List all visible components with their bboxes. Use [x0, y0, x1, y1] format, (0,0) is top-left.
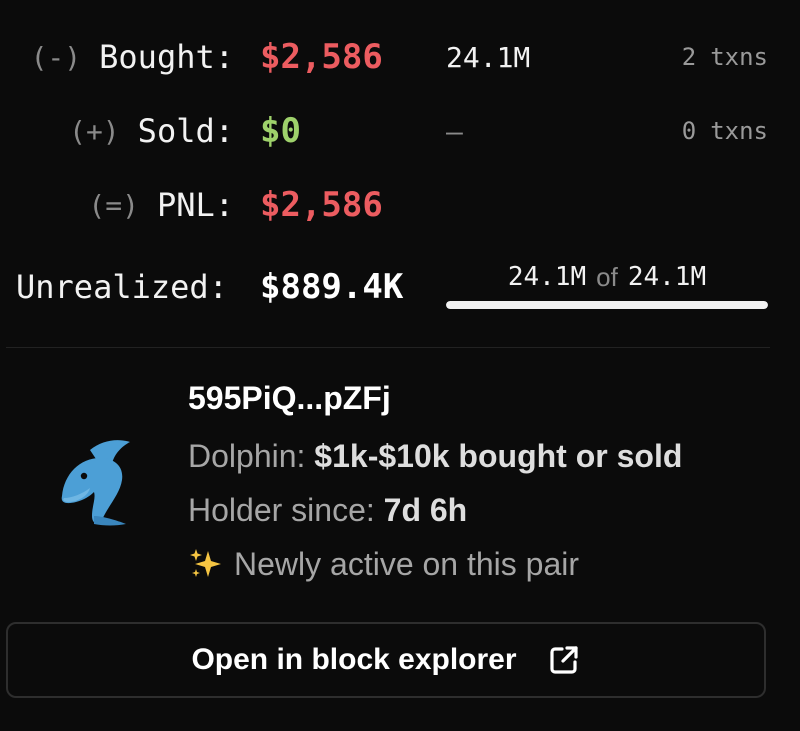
activity-text: Newly active on this pair: [234, 545, 580, 582]
holding-held: 24.1M: [507, 262, 587, 292]
holder-since-value: 7d 6h: [383, 491, 468, 528]
sold-txns-unit: txns: [710, 117, 768, 145]
dolphin-icon: [50, 436, 134, 528]
sold-tokens: —: [446, 114, 463, 148]
wallet-tier-prefix: Dolphin:: [188, 437, 306, 474]
holding-total: 24.1M: [627, 262, 707, 292]
unrealized-label: Unrealized:: [16, 268, 228, 306]
holding-progress-bar: [446, 301, 768, 309]
holder-since-prefix: Holder since:: [188, 491, 375, 528]
section-divider: [6, 347, 770, 348]
open-block-explorer-button[interactable]: Open in block explorer: [6, 622, 766, 698]
holding-of: of: [596, 261, 618, 292]
pnl-label: PNL:: [156, 186, 234, 224]
bought-sign: (-): [30, 40, 82, 74]
sold-txns: 0 txns: [682, 106, 768, 156]
pnl-row: (=) PNL: $2,586: [0, 180, 800, 230]
bought-txns: 2 txns: [682, 32, 768, 82]
bought-tokens: 24.1M: [446, 40, 531, 74]
sold-label: Sold:: [137, 112, 234, 150]
bought-amount: $2,586: [260, 37, 383, 77]
external-link-icon: [547, 643, 581, 677]
holding-progress-fill: [446, 301, 768, 309]
pnl-amount: $2,586: [260, 185, 383, 225]
holding-readout: 24.1M of 24.1M: [446, 253, 768, 301]
sparkles-icon: [188, 547, 226, 581]
bought-row: (-) Bought: $2,586 24.1M 2 txns: [0, 32, 800, 82]
open-block-explorer-label: Open in block explorer: [191, 643, 517, 676]
sold-txns-count: 0: [681, 117, 697, 145]
unrealized-amount: $889.4K: [260, 267, 404, 307]
bought-txns-unit: txns: [710, 43, 768, 71]
activity-note: Newly active on this pair: [188, 540, 579, 588]
holder-since: Holder since: 7d 6h: [188, 486, 467, 534]
wallet-tier: Dolphin: $1k-$10k bought or sold: [188, 432, 682, 480]
sold-row: (+) Sold: $0 — 0 txns: [0, 106, 800, 156]
sold-amount: $0: [260, 111, 301, 151]
bought-txns-count: 2: [681, 43, 697, 71]
bought-label: Bought:: [99, 38, 234, 76]
sold-sign: (+): [69, 114, 120, 148]
pnl-sign: (=): [88, 188, 139, 222]
wallet-tier-value: $1k-$10k bought or sold: [314, 437, 683, 474]
wallet-address: 595PiQ...pZFj: [188, 379, 391, 416]
